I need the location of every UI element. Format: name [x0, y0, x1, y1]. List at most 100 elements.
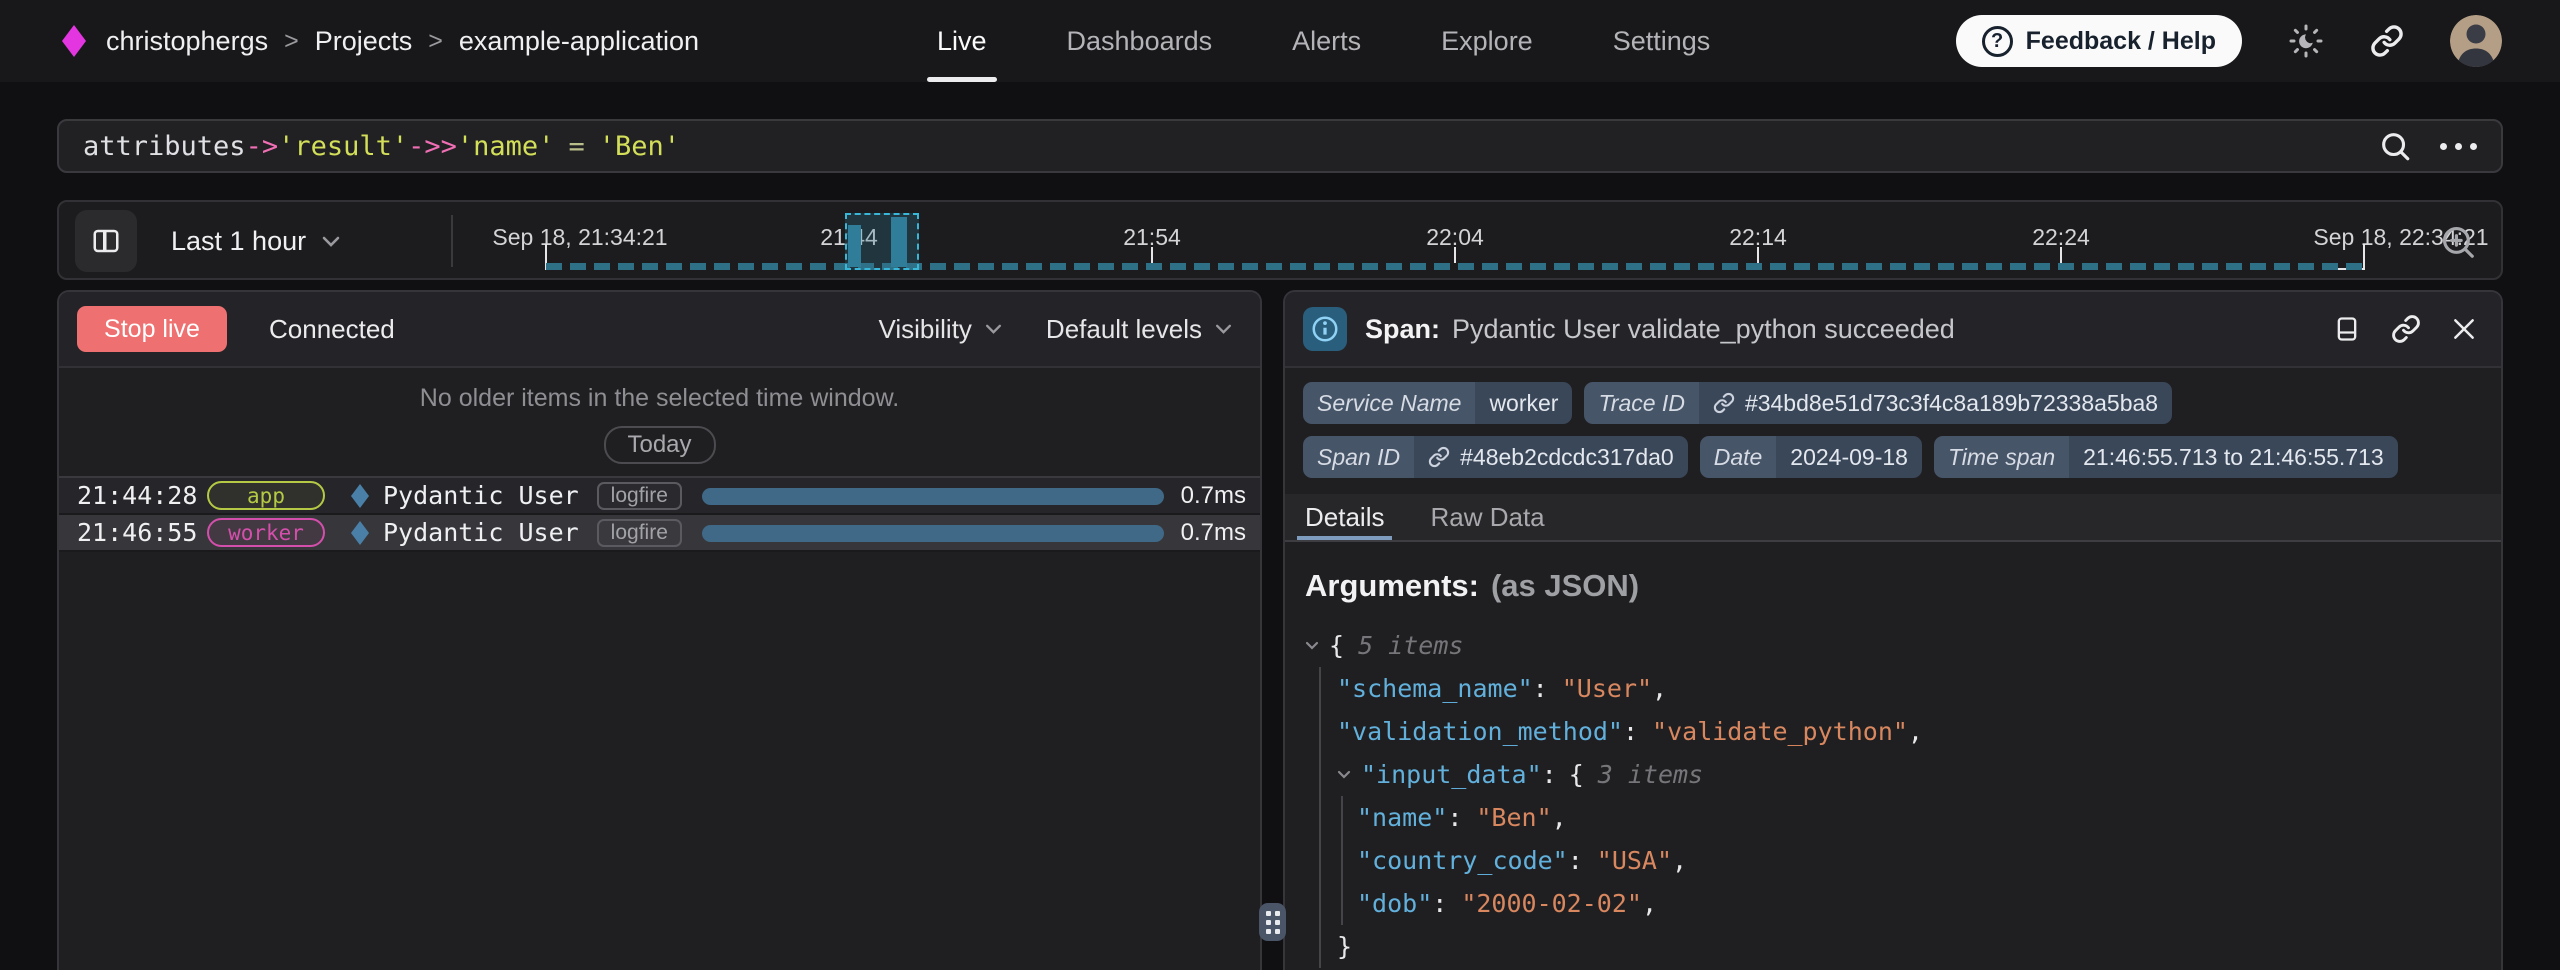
feedback-help-button[interactable]: ? Feedback / Help [1956, 15, 2242, 67]
row-scope-badge: logfire [597, 482, 682, 510]
query-value: 'Ben' [599, 131, 680, 162]
collapse-caret-icon[interactable] [1305, 641, 1329, 650]
json-level-1: "schema_name":"User", "validation_method… [1319, 667, 2501, 968]
row-duration-bar [702, 525, 1164, 542]
chip-span-id: Span ID #48eb2cdcdc317da0 [1303, 436, 1688, 478]
divider [451, 215, 453, 267]
search-button[interactable] [2378, 129, 2412, 163]
timeline-tick [1757, 247, 1759, 263]
nav-tabs: Live Dashboards Alerts Explore Settings [935, 0, 1712, 82]
arguments-title: Arguments: [1305, 568, 1479, 603]
chevron-down-icon [1215, 324, 1232, 334]
open-in-panel-button[interactable] [2333, 315, 2361, 343]
log-row-selected[interactable]: 21:46:55 worker Pydantic User logfire 0.… [59, 515, 1260, 552]
visibility-dropdown[interactable]: Visibility [878, 314, 1001, 345]
nav-tab-dashboards[interactable]: Dashboards [1065, 0, 1215, 82]
json-value: "User" [1562, 674, 1652, 703]
search-icon [2378, 129, 2412, 163]
chip-value: #48eb2cdcdc317da0 [1414, 436, 1688, 478]
chip-value: 2024-09-18 [1776, 436, 1922, 478]
tab-details[interactable]: Details [1305, 494, 1384, 540]
collapse-caret-icon[interactable] [1337, 770, 1361, 779]
connection-status: Connected [269, 314, 395, 345]
nav-tab-alerts[interactable]: Alerts [1290, 0, 1363, 82]
span-diamond-icon [351, 484, 369, 508]
chip-service-name: Service Name worker [1303, 382, 1572, 424]
json-line: "input_data":{3 items [1337, 753, 2501, 796]
json-value: "Ben" [1476, 803, 1551, 832]
chip-date: Date 2024-09-18 [1700, 436, 1922, 478]
nav-tab-explore[interactable]: Explore [1439, 0, 1535, 82]
breadcrumb-project[interactable]: example-application [459, 26, 699, 57]
detail-tabs: Details Raw Data [1285, 494, 2501, 542]
time-range-select[interactable]: Last 1 hour [171, 202, 340, 280]
logfire-logo-icon[interactable] [62, 25, 86, 57]
json-colon: : [1542, 760, 1557, 789]
json-comma: , [1642, 889, 1657, 918]
chip-value: #34bd8e51d73c3f4c8a189b72338a5ba8 [1699, 382, 2172, 424]
link-icon[interactable] [1428, 446, 1450, 468]
span-kind-label: Span: [1365, 314, 1440, 345]
sidebar-toggle-button[interactable] [75, 210, 137, 272]
json-value: "USA" [1597, 846, 1672, 875]
timeline-selection[interactable] [845, 213, 919, 270]
theme-toggle-button[interactable] [2288, 23, 2324, 59]
live-view-panel: Stop live Connected Visibility Default l… [57, 290, 1262, 970]
default-levels-dropdown[interactable]: Default levels [1046, 314, 1232, 345]
json-line: "validation_method":"validate_python", [1337, 710, 2501, 753]
chip-label: Date [1700, 436, 1777, 478]
feedback-help-label: Feedback / Help [2026, 27, 2216, 56]
stop-live-button[interactable]: Stop live [77, 306, 227, 352]
json-key: "input_data" [1361, 760, 1542, 789]
help-icon: ? [1982, 26, 2013, 57]
tab-raw-data[interactable]: Raw Data [1430, 494, 1544, 540]
link-icon[interactable] [1713, 392, 1735, 414]
timeline-dashed-line [546, 263, 2364, 270]
close-button[interactable] [2451, 316, 2477, 342]
json-line: "dob":"2000-02-02", [1357, 882, 2501, 925]
json-key: "schema_name" [1337, 674, 1533, 703]
chip-label: Service Name [1303, 382, 1475, 424]
more-options-button[interactable] [2440, 143, 2477, 150]
link-icon [2391, 314, 2421, 344]
json-line: "schema_name":"User", [1337, 667, 2501, 710]
span-detail-panel: Span: Pydantic User validate_python succ… [1283, 290, 2503, 970]
query-operator: -> [246, 131, 279, 162]
zoom-in-button[interactable] [2439, 223, 2477, 261]
visibility-label: Visibility [878, 314, 971, 345]
json-close-brace: } [1337, 932, 1352, 961]
panel-icon [2333, 315, 2361, 343]
breadcrumb-org[interactable]: christophergs [106, 26, 268, 57]
log-row[interactable]: 21:44:28 app Pydantic User logfire 0.7ms [59, 478, 1260, 515]
json-value: "2000-02-02" [1461, 889, 1642, 918]
json-line: "country_code":"USA", [1357, 839, 2501, 882]
json-open-brace: { [1569, 760, 1584, 789]
nav-tab-live[interactable]: Live [935, 0, 989, 82]
default-levels-label: Default levels [1046, 314, 1202, 345]
query-bar[interactable]: attributes->'result'->>'name'='Ben' [57, 119, 2503, 173]
share-link-button[interactable] [2370, 24, 2404, 58]
time-range-label: Last 1 hour [171, 226, 306, 257]
detail-content: Arguments:(as JSON) {5 items "schema_nam… [1285, 542, 2501, 968]
row-time: 21:46:55 [77, 518, 207, 547]
today-button[interactable]: Today [603, 426, 715, 464]
query-equals: = [568, 131, 584, 162]
json-open-brace: { [1329, 631, 1344, 660]
chip-label: Trace ID [1584, 382, 1698, 424]
json-value: "validate_python" [1652, 717, 1908, 746]
copy-link-button[interactable] [2391, 314, 2421, 344]
timeline-tick-label: Sep 18, 21:34:21 [492, 224, 667, 251]
columns-icon [91, 226, 121, 256]
json-colon: : [1623, 717, 1638, 746]
timeline-tick [1151, 247, 1153, 263]
query-input[interactable]: attributes->'result'->>'name'='Ben' [83, 131, 680, 162]
breadcrumb-projects[interactable]: Projects [315, 26, 413, 57]
timeline-tick [1454, 247, 1456, 263]
breadcrumb-separator: > [428, 27, 443, 56]
user-avatar[interactable] [2450, 15, 2502, 67]
panel-resize-handle[interactable] [1259, 903, 1286, 941]
json-colon: : [1568, 846, 1583, 875]
json-comma: , [1652, 674, 1667, 703]
chip-value-text: #34bd8e51d73c3f4c8a189b72338a5ba8 [1745, 390, 2158, 417]
nav-tab-settings[interactable]: Settings [1611, 0, 1713, 82]
